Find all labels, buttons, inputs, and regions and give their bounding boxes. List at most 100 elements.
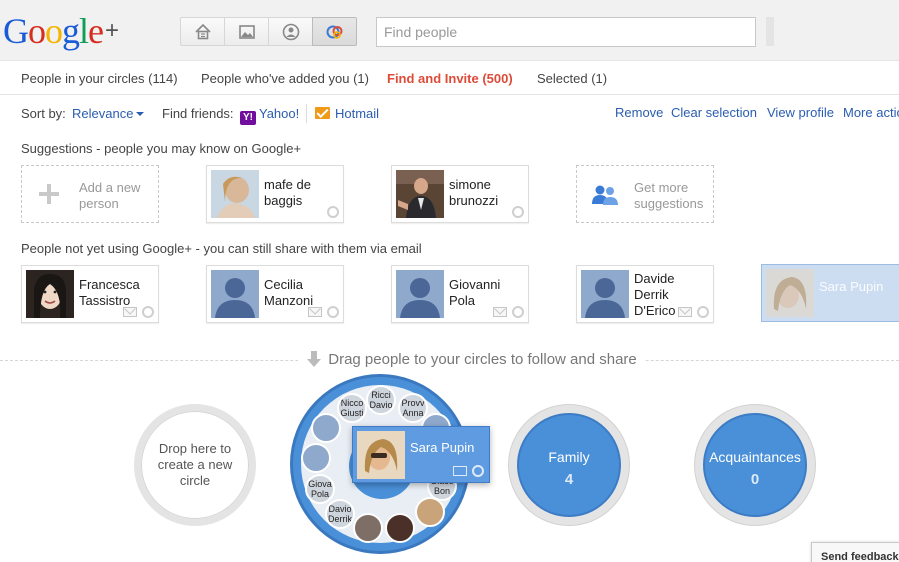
person-card[interactable]: simone brunozzi [391, 165, 529, 223]
person-card[interactable]: Giovanni Pola [391, 265, 529, 323]
drag-hint-text: Drag people to your circles to follow an… [328, 351, 637, 368]
avatar[interactable] [385, 513, 415, 543]
circle-member[interactable]: Davio Derrik [325, 499, 355, 529]
find-people-input[interactable] [376, 17, 756, 47]
avatar [581, 270, 629, 318]
circle-member[interactable]: Ricci Davio [366, 385, 396, 415]
avatar [396, 270, 444, 318]
hotmail-link[interactable]: Hotmail [315, 106, 379, 121]
drag-hint: Drag people to your circles to follow an… [0, 351, 899, 369]
circles-button[interactable] [312, 17, 357, 46]
top-bar: Google+ [0, 0, 899, 61]
avatar [357, 431, 405, 479]
circle-count: 4 [564, 471, 574, 488]
logo-letter: o [45, 11, 63, 51]
yahoo-label: Yahoo! [259, 106, 300, 121]
circle-name: Family [548, 449, 590, 465]
add-new-person-card[interactable]: Add a new person [21, 165, 159, 223]
logo-plus: + [105, 17, 119, 44]
person-card[interactable]: mafe de baggis [206, 165, 344, 223]
select-checkbox[interactable] [472, 465, 484, 477]
photos-icon [238, 24, 255, 39]
person-name: Giovanni Pola [449, 277, 501, 308]
arrow-down-icon [307, 351, 322, 367]
logo-letter: o [28, 11, 46, 51]
tab-selected[interactable]: Selected (1) [537, 71, 607, 86]
dragging-person-card[interactable]: Sara Pupin [352, 426, 490, 483]
home-button[interactable] [180, 17, 225, 46]
google-plus-logo[interactable]: Google+ [3, 9, 119, 53]
select-checkbox[interactable] [327, 206, 339, 218]
yahoo-icon: Y! [240, 111, 256, 125]
hotmail-icon [315, 107, 330, 119]
profile-button[interactable] [268, 17, 313, 46]
toolbar: Sort by: Relevance Find friends: Y! Yahoo… [0, 96, 899, 130]
select-checkbox[interactable] [142, 306, 154, 318]
select-checkbox[interactable] [327, 306, 339, 318]
suggestions-heading: Suggestions - people you may know on Goo… [21, 141, 302, 156]
hotmail-label: Hotmail [335, 106, 380, 121]
chevron-down-icon [136, 112, 145, 116]
sort-value: Relevance [72, 106, 134, 121]
add-new-person-label: Add a new person [79, 180, 141, 211]
select-checkbox[interactable] [512, 206, 524, 218]
more-actions-button[interactable]: More actio [843, 105, 899, 120]
acquaintances-circle[interactable]: Acquaintances 0 [694, 404, 816, 526]
clear-selection-button[interactable]: Clear selection [671, 105, 757, 120]
person-name: Francesca Tassistro [79, 277, 140, 308]
person-card[interactable]: Davide Derrik D'Erico [576, 265, 714, 323]
circle-member[interactable]: Nicco Giusti [337, 393, 367, 423]
new-circle-dropzone[interactable]: Drop here to create a new circle [134, 404, 256, 526]
yahoo-link[interactable]: Y! Yahoo! [240, 106, 299, 125]
avatar[interactable] [353, 513, 383, 543]
default-avatar-icon[interactable] [301, 443, 331, 473]
avatar [396, 170, 444, 218]
photos-button[interactable] [224, 17, 269, 46]
profile-icon [282, 23, 299, 40]
not-using-heading: People not yet using Google+ - you can s… [21, 241, 422, 256]
sort-dropdown[interactable]: Relevance [72, 106, 145, 121]
circle-member[interactable]: Giova Pola [305, 474, 335, 504]
home-icon [194, 23, 211, 39]
person-name: mafe de baggis [264, 177, 311, 208]
send-feedback-button[interactable]: Send feedback [811, 542, 899, 562]
find-friends-label: Find friends: [162, 106, 234, 121]
default-avatar-icon[interactable] [311, 413, 341, 443]
email-icon [123, 307, 137, 317]
remove-button[interactable]: Remove [615, 105, 663, 120]
header-scroll-handle[interactable] [766, 17, 774, 46]
avatar [211, 170, 259, 218]
dragged-card-placeholder: Sara Pupin [761, 264, 899, 322]
logo-letter: l [79, 11, 89, 51]
avatar [26, 270, 74, 318]
tab-find-and-invite[interactable]: Find and Invite (500) [387, 71, 513, 86]
tab-people-in-circles[interactable]: People in your circles (114) [21, 71, 178, 86]
person-card[interactable]: Cecilia Manzoni [206, 265, 344, 323]
avatar[interactable] [415, 497, 445, 527]
tab-people-who-added-you[interactable]: People who've added you (1) [201, 71, 369, 86]
select-checkbox[interactable] [697, 306, 709, 318]
default-avatar-icon [581, 270, 629, 318]
avatar [211, 270, 259, 318]
main-nav [180, 17, 357, 46]
person-name: Cecilia Manzoni [264, 277, 314, 308]
email-icon [678, 307, 692, 317]
people-icon [592, 185, 618, 205]
sort-label: Sort by: [21, 106, 66, 121]
person-card[interactable]: Francesca Tassistro [21, 265, 159, 323]
circle-name: Acquaintances [709, 449, 801, 465]
email-icon [308, 307, 322, 317]
email-icon [453, 466, 467, 476]
family-circle[interactable]: Family 4 [508, 404, 630, 526]
logo-letter: g [62, 11, 80, 51]
default-avatar-icon [396, 270, 444, 318]
circle-tabs: People in your circles (114) People who'… [0, 61, 899, 95]
circle-count: 0 [750, 471, 760, 488]
person-name: Sara Pupin [819, 279, 884, 294]
email-icon [493, 307, 507, 317]
person-name: Sara Pupin [410, 440, 475, 455]
select-checkbox[interactable] [512, 306, 524, 318]
get-more-suggestions-card[interactable]: Get more suggestions [576, 165, 714, 223]
family-circle-disk: Family 4 [517, 413, 621, 517]
view-profile-button[interactable]: View profile [767, 105, 834, 120]
